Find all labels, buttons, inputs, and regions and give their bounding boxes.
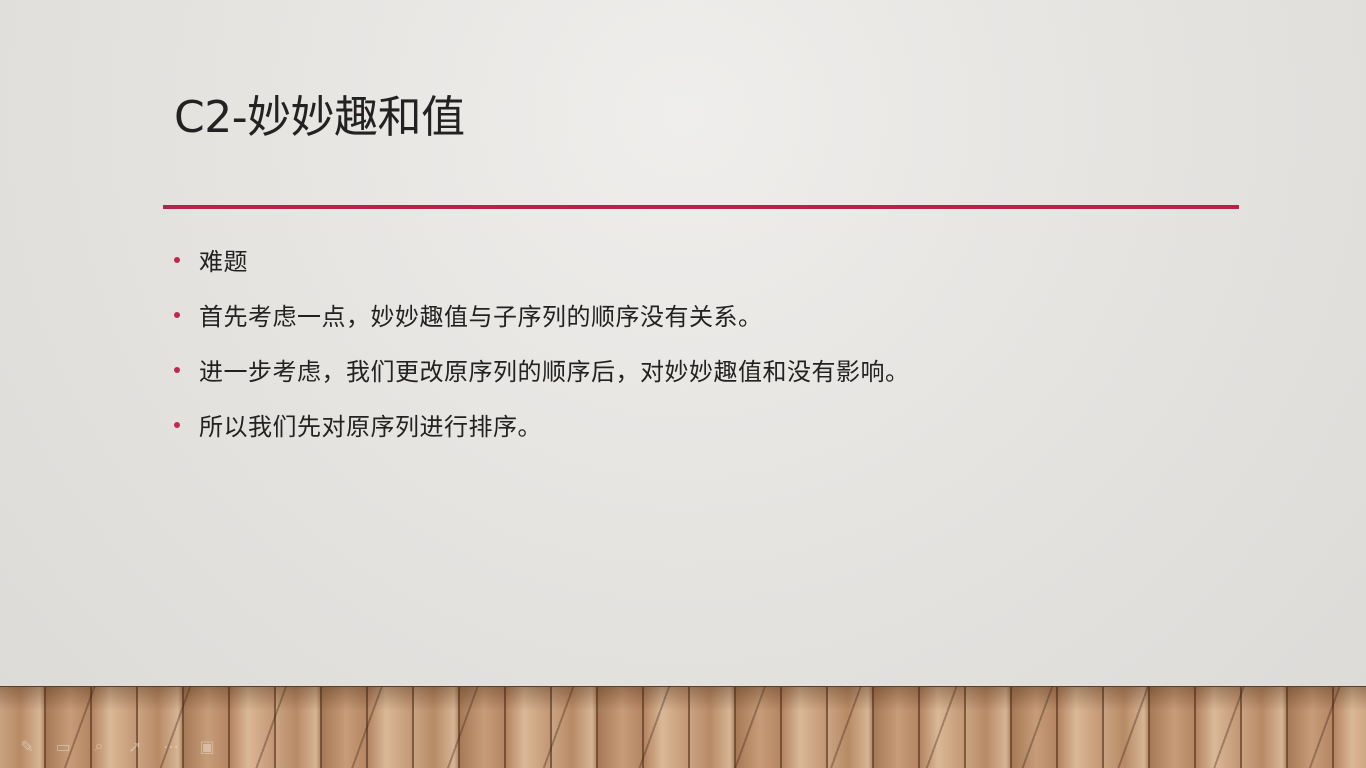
bullet-item: 所以我们先对原序列进行排序。 <box>174 397 910 452</box>
bullet-item: 进一步考虑，我们更改原序列的顺序后，对妙妙趣值和没有影响。 <box>174 342 910 397</box>
bullet-text: 难题 <box>199 248 248 276</box>
slide: C2-妙妙趣和值 难题 首先考虑一点，妙妙趣值与子序列的顺序没有关系。 进一步考… <box>0 0 1366 768</box>
bullet-dot-icon <box>174 366 180 373</box>
pointer-icon[interactable]: ➚ <box>124 735 146 757</box>
bullet-text: 首先考虑一点，妙妙趣值与子序列的顺序没有关系。 <box>199 303 763 331</box>
bullet-item: 首先考虑一点，妙妙趣值与子序列的顺序没有关系。 <box>174 287 910 342</box>
bullet-dot-icon <box>174 256 180 263</box>
bullet-list: 难题 首先考虑一点，妙妙趣值与子序列的顺序没有关系。 进一步考虑，我们更改原序列… <box>174 232 910 452</box>
pen-icon[interactable]: ✎ <box>16 735 38 757</box>
bullet-dot-icon <box>174 421 180 428</box>
title-divider <box>163 205 1239 209</box>
slide-title: C2-妙妙趣和值 <box>174 92 465 143</box>
bullet-text: 进一步考虑，我们更改原序列的顺序后，对妙妙趣值和没有影响。 <box>199 358 910 386</box>
presenter-toolbar: ✎ ▭ ⌕ ➚ ⋯ ▣ <box>16 734 218 758</box>
bullet-dot-icon <box>174 311 180 318</box>
more-icon[interactable]: ⋯ <box>160 735 182 757</box>
bullet-text: 所以我们先对原序列进行排序。 <box>199 413 542 441</box>
camera-icon[interactable]: ▣ <box>196 735 218 757</box>
search-icon[interactable]: ⌕ <box>88 735 110 757</box>
slides-icon[interactable]: ▭ <box>52 735 74 757</box>
bullet-item: 难题 <box>174 232 910 287</box>
